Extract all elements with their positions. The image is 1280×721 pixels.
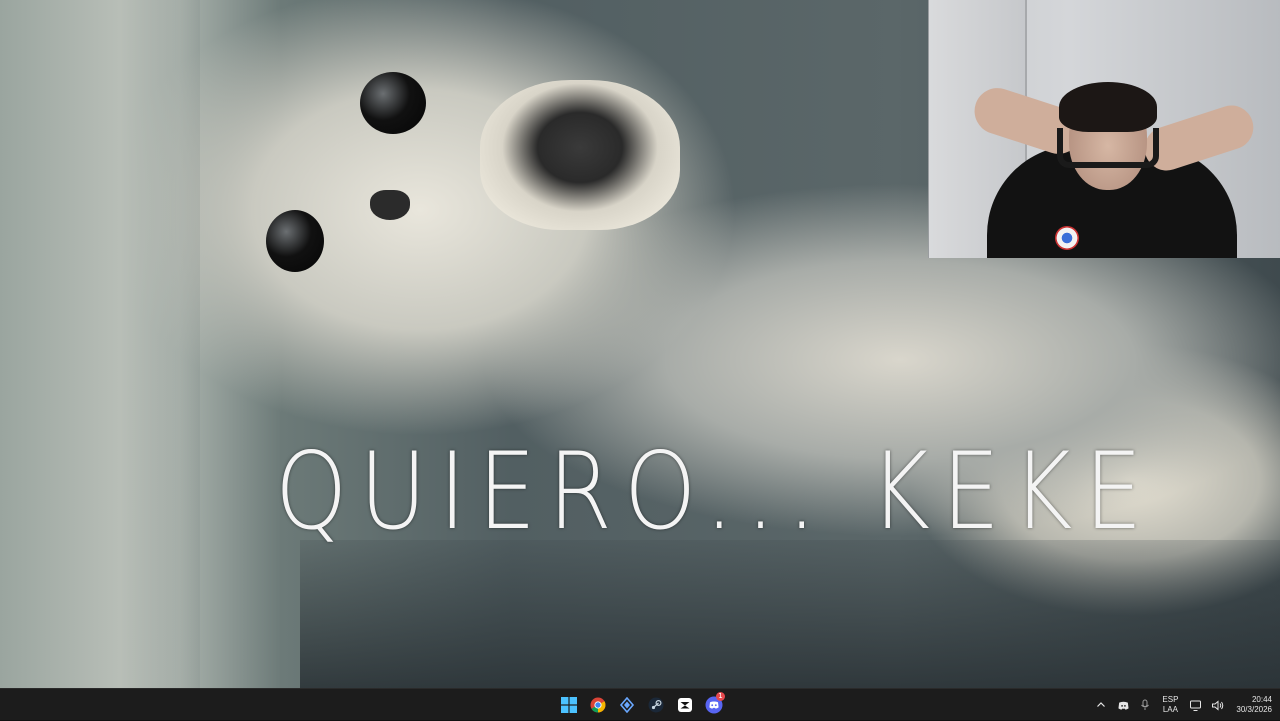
kitten-eye-upper [360,72,426,134]
start-button[interactable] [556,693,581,718]
taskbar: 1 ESP LAA 20:44 30/3/2026 [0,688,1280,720]
discord-tray-icon [1118,701,1129,710]
clock-time: 20:44 [1251,695,1272,704]
language-code: ESP [1162,695,1179,704]
steam-icon [648,697,663,713]
discord-button[interactable]: 1 [701,691,726,718]
kitten-eye-lower [266,210,324,272]
diamond-app-button[interactable] [614,693,639,718]
meme-caption: QUIERO... KEKE [275,430,1155,554]
capcut-button[interactable] [672,693,697,718]
steam-button[interactable] [643,693,668,718]
windows-logo-icon [560,697,577,713]
discord-notification-badge: 1 [716,691,725,701]
chrome-icon [590,697,605,713]
show-hidden-icons-button[interactable] [1094,698,1108,712]
headphones-icon [1057,128,1159,168]
shirt-pin [1055,226,1079,250]
network-button[interactable] [1188,698,1202,712]
system-tray: ESP LAA 20:44 30/3/2026 [1094,689,1272,721]
clock-date: 30/3/2026 [1236,705,1272,714]
volume-button[interactable] [1210,698,1224,712]
microphone-icon [1141,699,1150,710]
keyboard-layout-code: LAA [1162,705,1178,714]
microphone-button[interactable] [1138,698,1152,712]
floor-area [300,540,1280,688]
kitten-nose [370,190,410,220]
wall-area [0,0,200,688]
network-monitor-icon [1189,700,1201,711]
clock-button[interactable]: 20:44 30/3/2026 [1232,695,1272,715]
taskbar-pinned-apps: 1 [556,691,726,718]
kitten-paw [480,80,680,230]
chevron-up-icon [1097,702,1106,707]
chrome-button[interactable] [585,693,610,718]
speaker-icon [1211,699,1224,711]
webcam-overlay [928,0,1280,258]
diamond-app-icon [619,697,634,713]
input-language-indicator[interactable]: ESP LAA [1160,695,1180,715]
streamer-hair [1059,82,1157,132]
capcut-icon [677,698,692,712]
tray-discord-button[interactable] [1116,698,1130,712]
